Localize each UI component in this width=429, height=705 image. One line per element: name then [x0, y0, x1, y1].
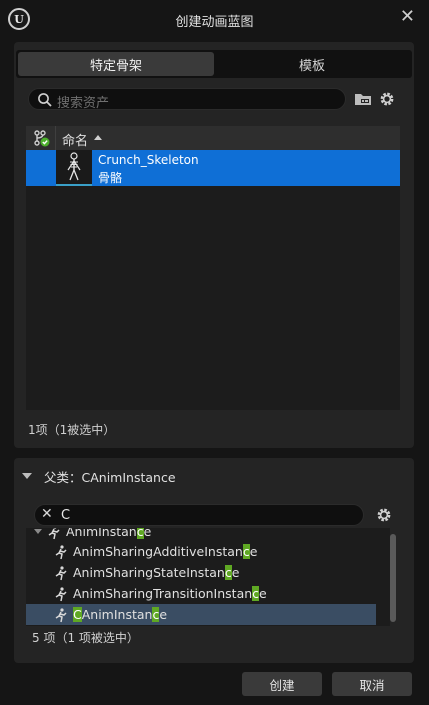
class-name-mid: AnimInstan: [81, 607, 153, 622]
expand-arrow-icon[interactable]: [34, 529, 42, 534]
name-column-header[interactable]: 命名: [62, 130, 88, 149]
class-name-post: e: [231, 565, 240, 580]
asset-list-header: 命名: [26, 126, 400, 150]
parent-class-panel: 父类：CAnimInstance ✕ C AnimInstan c e AnimSh…: [14, 458, 414, 663]
asset-list: 命名 Crunch_Skeleton 骨骼: [26, 126, 400, 410]
match-highlight: c: [224, 565, 232, 580]
class-item-animsharingstateinstance[interactable]: AnimSharingStateInstan c e: [26, 562, 376, 583]
tab-specific-skeleton[interactable]: 特定骨架: [18, 52, 214, 76]
class-item-canniminstance[interactable]: C AnimInstan c e: [26, 604, 376, 625]
asset-type: 骨骼: [98, 171, 123, 185]
class-runner-icon: [55, 565, 67, 580]
parent-class-label: 父类：CAnimInstance: [44, 469, 176, 485]
close-button[interactable]: ✕: [400, 6, 415, 27]
title-bar: U 创建动画蓝图 ✕: [0, 0, 429, 38]
skeleton-panel: 特定骨架 模板 搜索资产 命名 Crunch_Skeleton 骨骼 1项（1被…: [14, 42, 414, 448]
asset-search-input[interactable]: 搜索资产: [28, 88, 346, 111]
class-item-animsharingtransitioninstance[interactable]: AnimSharingTransitionInstan c e: [26, 583, 376, 604]
match-highlight: c: [152, 607, 160, 622]
parent-class-header[interactable]: 父类：CAnimInstance: [22, 468, 176, 485]
class-runner-icon: [55, 607, 67, 622]
class-tree: AnimInstan c e AnimSharingAdditiveInstan c e…: [26, 528, 390, 626]
class-name-pre: AnimInstan: [66, 528, 137, 539]
skeleton-thumbnail: [56, 150, 92, 186]
class-item-animsharingadditiveinstance[interactable]: AnimSharingAdditiveInstan c e: [26, 541, 376, 562]
class-name-post: e: [159, 607, 168, 622]
match-highlight: C: [73, 607, 82, 622]
class-runner-icon: [48, 528, 60, 539]
class-name-pre: AnimSharingAdditiveInstan: [73, 544, 243, 559]
folder-view-icon[interactable]: [354, 91, 372, 107]
source-control-column[interactable]: [26, 126, 56, 150]
filter-settings-gear-icon[interactable]: [375, 506, 393, 524]
settings-gear-icon[interactable]: [378, 90, 396, 108]
class-filter-input[interactable]: ✕ C: [34, 504, 364, 526]
class-item-animinstance[interactable]: AnimInstan c e: [30, 528, 380, 542]
class-runner-icon: [55, 586, 67, 601]
skeleton-figure-icon: [67, 152, 81, 181]
class-name-post: e: [259, 586, 267, 601]
class-name-post: e: [249, 544, 258, 559]
search-placeholder: 搜索资产: [57, 96, 110, 111]
cancel-button[interactable]: 取消: [332, 672, 412, 696]
collapse-arrow-icon[interactable]: [22, 473, 32, 479]
asset-search-row: 搜索资产: [28, 88, 400, 111]
asset-row-crunch-skeleton[interactable]: Crunch_Skeleton 骨骼: [26, 150, 400, 186]
tab-template[interactable]: 模板: [214, 52, 410, 76]
tab-strip: 特定骨架 模板: [16, 50, 412, 78]
window-title: 创建动画蓝图: [175, 15, 254, 30]
match-highlight: c: [242, 544, 250, 559]
class-name-pre: AnimSharingStateInstan: [73, 565, 225, 580]
match-highlight: c: [136, 528, 144, 539]
source-control-icon: [34, 130, 50, 147]
class-name-post: e: [143, 528, 152, 539]
scrollbar-thumb[interactable]: [390, 534, 396, 622]
class-name-pre: AnimSharingTransitionInstan: [73, 586, 253, 601]
class-filter-row: ✕ C: [34, 504, 404, 526]
class-filter-value: C: [61, 508, 71, 523]
match-highlight: c: [252, 586, 260, 601]
asset-name: Crunch_Skeleton: [98, 153, 199, 167]
class-count-status: 5 项（1 项被选中）: [32, 631, 139, 645]
class-runner-icon: [55, 544, 67, 559]
asset-count-status: 1项（1被选中）: [28, 423, 116, 437]
search-icon: [38, 93, 52, 107]
class-list-scrollbar[interactable]: [390, 532, 396, 624]
clear-filter-icon[interactable]: ✕: [41, 506, 53, 522]
create-button[interactable]: 创建: [242, 672, 322, 696]
sort-ascending-icon: [94, 135, 102, 140]
